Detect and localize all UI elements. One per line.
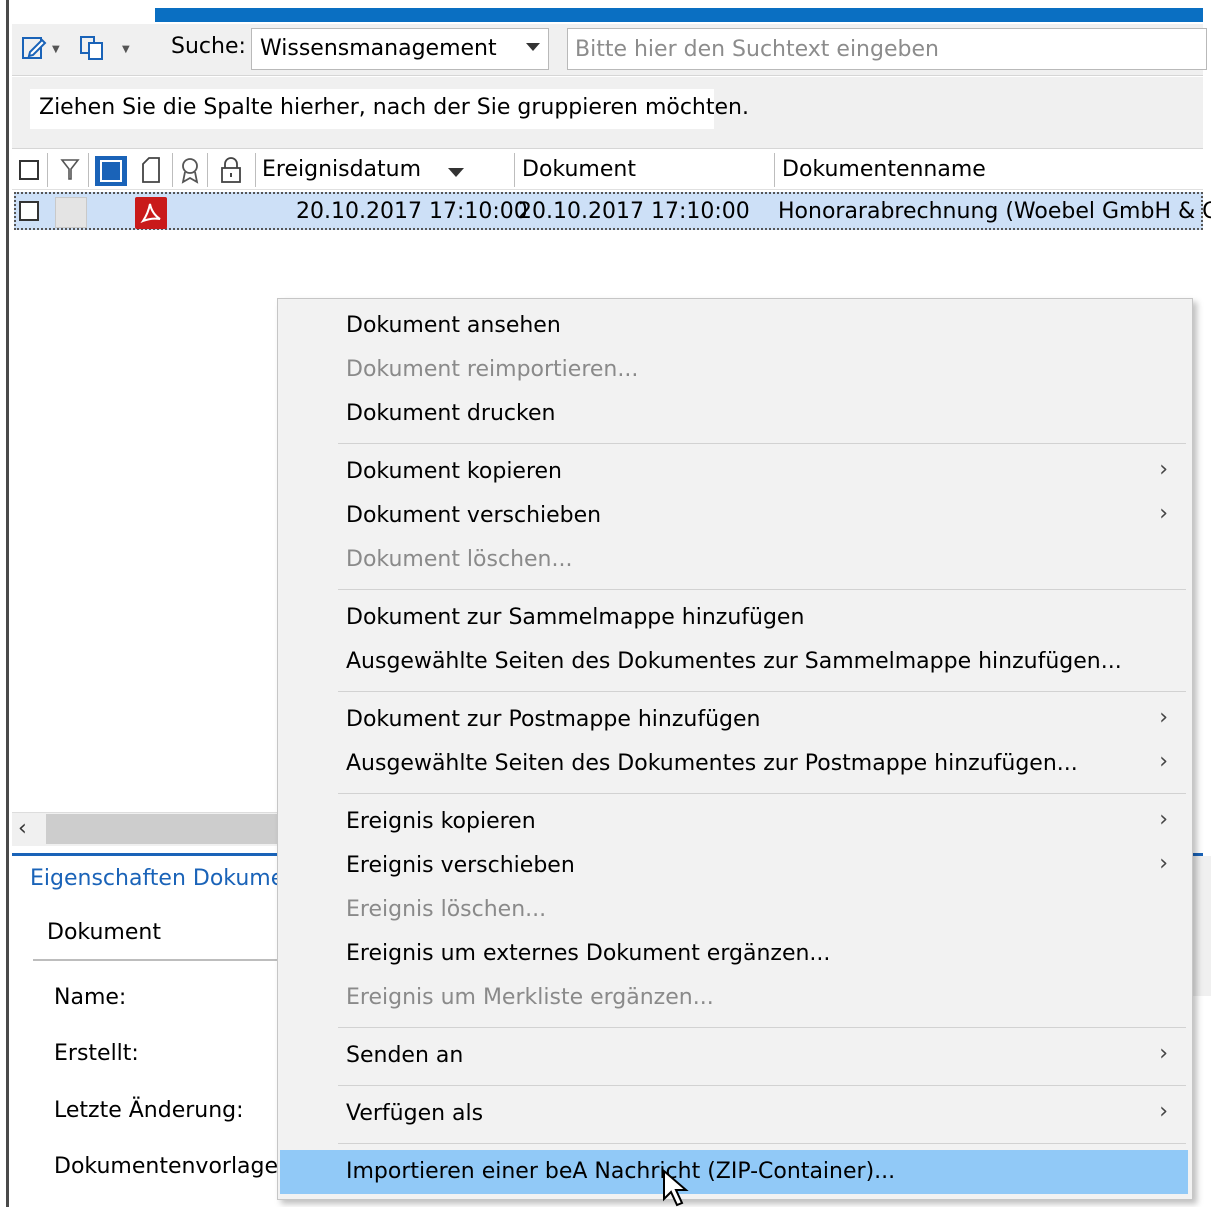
copy-document-icon[interactable] <box>78 34 106 62</box>
column-header-ereignisdatum[interactable]: Ereignisdatum <box>262 157 421 182</box>
properties-tab-underline <box>33 959 283 961</box>
active-tab-bar <box>155 8 1203 22</box>
menu-item-label: Dokument reimportieren... <box>346 357 639 382</box>
menu-item-label: Dokument zur Postmappe hinzufügen <box>346 707 761 732</box>
column-separator <box>514 153 515 187</box>
menu-item-label: Ereignis um Merkliste ergänzen... <box>346 985 714 1010</box>
column-separator <box>255 153 256 187</box>
menu-item[interactable]: Verfügen als › <box>280 1092 1188 1136</box>
filter-icon[interactable] <box>60 157 80 189</box>
properties-tab-dokument[interactable]: Dokument <box>47 920 161 945</box>
menu-item-label: Verfügen als <box>346 1101 484 1126</box>
menu-item[interactable]: Ausgewählte Seiten des Dokumentes zur Sa… <box>280 640 1188 684</box>
submenu-chevron-icon: › <box>1159 851 1168 876</box>
menu-item-label: Dokument zur Sammelmappe hinzufügen <box>346 605 805 630</box>
column-separator <box>207 153 208 187</box>
scrollbar-thumb[interactable] <box>46 814 282 844</box>
menu-item[interactable]: Ereignis löschen... <box>280 888 1188 932</box>
submenu-chevron-icon: › <box>1159 749 1168 774</box>
column-separator <box>172 153 173 187</box>
property-label-dokumentenvorlage: Dokumentenvorlage: <box>54 1154 286 1179</box>
menu-separator <box>338 1027 1186 1028</box>
menu-item-label: Ereignis um externes Dokument ergänzen..… <box>346 941 831 966</box>
menu-item[interactable]: Dokument löschen... <box>280 538 1188 582</box>
menu-separator <box>338 1143 1186 1144</box>
cell-dokument: 20.10.2017 17:10:00 <box>518 199 750 224</box>
award-icon[interactable] <box>178 156 202 190</box>
cell-ereignisdatum: 20.10.2017 17:10:00 <box>296 199 528 224</box>
search-input[interactable] <box>567 28 1207 70</box>
menu-item[interactable]: Dokument verschieben › <box>280 494 1188 538</box>
submenu-chevron-icon: › <box>1159 1099 1168 1124</box>
chevron-down-icon <box>526 43 540 51</box>
page-icon[interactable] <box>139 156 163 190</box>
scroll-left-icon[interactable]: ‹ <box>18 816 27 841</box>
menu-item[interactable]: Ereignis um externes Dokument ergänzen..… <box>280 932 1188 976</box>
menu-separator <box>338 443 1186 444</box>
submenu-chevron-icon: › <box>1159 457 1168 482</box>
submenu-chevron-icon: › <box>1159 1041 1168 1066</box>
right-panel-edge <box>1190 856 1211 996</box>
submenu-chevron-icon: › <box>1159 501 1168 526</box>
lock-icon[interactable] <box>219 156 243 190</box>
cell-dokumentenname: Honorarabrechnung (Woebel GmbH & C <box>778 199 1211 224</box>
menu-item[interactable]: Senden an › <box>280 1034 1188 1078</box>
menu-item[interactable]: Dokument ansehen <box>280 304 1188 348</box>
copy-dropdown-arrow-icon[interactable]: ▼ <box>122 44 130 55</box>
edit-dropdown-arrow-icon[interactable]: ▼ <box>52 44 60 55</box>
column-separator <box>47 153 48 187</box>
menu-separator <box>338 589 1186 590</box>
group-by-hint: Ziehen Sie die Spalte hierher, nach der … <box>30 89 749 129</box>
column-header-dokumentenname[interactable]: Dokumentenname <box>782 157 986 182</box>
property-label-letzte-aenderung: Letzte Änderung: <box>54 1098 244 1123</box>
menu-item[interactable]: Dokument zur Sammelmappe hinzufügen <box>280 596 1188 640</box>
search-scope-select[interactable]: Wissensmanagement <box>251 28 549 70</box>
menu-separator <box>338 691 1186 692</box>
menu-item[interactable]: Dokument drucken <box>280 392 1188 436</box>
menu-separator <box>338 793 1186 794</box>
menu-item-label: Ereignis verschieben <box>346 853 575 878</box>
search-label: Suche: <box>171 34 246 59</box>
menu-separator <box>338 1085 1186 1086</box>
sort-descending-icon[interactable] <box>448 168 464 177</box>
document-type-icon[interactable] <box>95 156 127 186</box>
menu-item-label: Ereignis kopieren <box>346 809 536 834</box>
menu-item-label: Dokument ansehen <box>346 313 561 338</box>
menu-item[interactable]: Ausgewählte Seiten des Dokumentes zur Po… <box>280 742 1188 786</box>
menu-item-label: Ausgewählte Seiten des Dokumentes zur Sa… <box>346 649 1122 674</box>
row-checkbox[interactable] <box>19 201 39 221</box>
menu-item[interactable]: Dokument kopieren › <box>280 450 1188 494</box>
menu-item-label: Dokument drucken <box>346 401 556 426</box>
menu-item[interactable]: Importieren einer beA Nachricht (ZIP-Con… <box>280 1150 1188 1194</box>
menu-item[interactable]: Ereignis um Merkliste ergänzen... <box>280 976 1188 1020</box>
submenu-chevron-icon: › <box>1159 705 1168 730</box>
mouse-cursor-icon <box>650 1165 694 1207</box>
pdf-icon <box>135 197 167 229</box>
submenu-chevron-icon: › <box>1159 807 1168 832</box>
column-separator <box>88 153 89 187</box>
column-header-dokument[interactable]: Dokument <box>522 157 636 182</box>
column-separator <box>774 153 775 187</box>
property-label-erstellt: Erstellt: <box>54 1041 139 1066</box>
select-all-checkbox[interactable] <box>19 160 39 180</box>
menu-item-label: Importieren einer beA Nachricht (ZIP-Con… <box>346 1159 896 1184</box>
left-frame-border <box>0 0 9 1207</box>
menu-item-label: Ereignis löschen... <box>346 897 547 922</box>
row-status-cell <box>55 197 87 228</box>
menu-item-label: Ausgewählte Seiten des Dokumentes zur Po… <box>346 751 1078 776</box>
property-label-name: Name: <box>54 985 127 1010</box>
menu-item[interactable]: Dokument zur Postmappe hinzufügen › <box>280 698 1188 742</box>
menu-item-label: Dokument verschieben <box>346 503 602 528</box>
menu-item[interactable]: Dokument reimportieren... <box>280 348 1188 392</box>
edit-document-icon[interactable] <box>20 34 48 62</box>
search-scope-value: Wissensmanagement <box>260 36 497 61</box>
menu-item-label: Dokument löschen... <box>346 547 573 572</box>
menu-item-label: Dokument kopieren <box>346 459 563 484</box>
menu-item[interactable]: Ereignis verschieben › <box>280 844 1188 888</box>
menu-item[interactable]: Ereignis kopieren › <box>280 800 1188 844</box>
menu-item-label: Senden an <box>346 1043 464 1068</box>
properties-title: Eigenschaften Dokume <box>30 866 285 891</box>
